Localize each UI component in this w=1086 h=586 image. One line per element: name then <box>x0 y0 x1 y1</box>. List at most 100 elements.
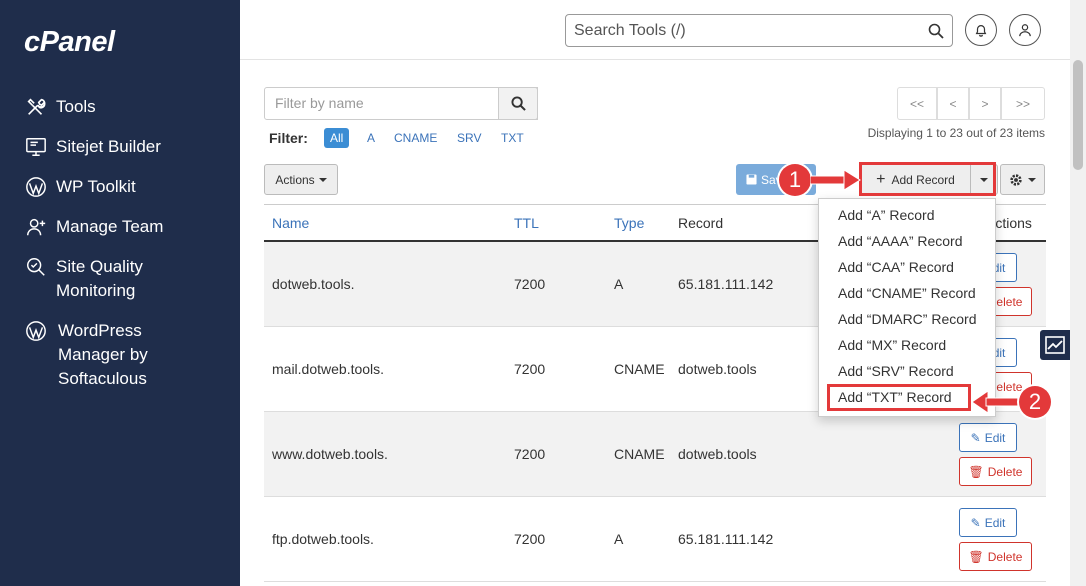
cell-type: A <box>614 531 624 547</box>
settings-button[interactable] <box>1000 164 1045 195</box>
sidebar-item-label: Manage Team <box>56 217 164 236</box>
cell-ttl: 7200 <box>514 446 546 462</box>
site-quality-icon <box>24 255 48 279</box>
add-record-highlight-box <box>859 162 996 196</box>
trash-icon: 🗑 <box>968 464 984 479</box>
pager-first-button[interactable]: << <box>897 87 937 120</box>
filter-tab-srv[interactable]: SRV <box>451 128 487 148</box>
actions-label: Actions <box>275 172 315 187</box>
filter-field[interactable] <box>264 87 538 120</box>
step-1-arrow <box>810 170 861 190</box>
edit-button[interactable]: ✎Edit <box>959 508 1017 537</box>
stats-widget-button[interactable] <box>1040 330 1070 360</box>
wordpress-icon <box>24 175 48 199</box>
menu-item-add-mx-record[interactable]: Add “MX” Record <box>838 337 946 353</box>
delete-label: Delete <box>987 464 1023 479</box>
menu-item-add-srv-record[interactable]: Add “SRV” Record <box>838 363 954 379</box>
monitor-icon <box>24 135 48 159</box>
column-header-record: Record <box>678 215 724 231</box>
sidebar-item-tools[interactable]: Tools <box>24 95 96 119</box>
caret-down-icon <box>1028 177 1036 182</box>
cell-record: dotweb.tools <box>678 361 757 377</box>
tools-icon <box>24 95 48 119</box>
filter-input[interactable] <box>275 95 525 111</box>
filter-tab-txt[interactable]: TXT <box>495 128 530 148</box>
filter-label: Filter: <box>269 130 308 146</box>
filter-tab-cname[interactable]: CNAME <box>388 128 443 148</box>
sidebar-item-label: WP Toolkit <box>56 177 136 196</box>
cell-record: 65.181.111.142 <box>678 276 774 292</box>
edit-button[interactable]: ✎Edit <box>959 423 1017 452</box>
edit-label: Edit <box>984 515 1006 530</box>
delete-label: Delete <box>987 549 1023 564</box>
pager-next-button[interactable]: > <box>969 87 1001 120</box>
cell-record: 65.181.111.142 <box>678 531 774 547</box>
wordpress-icon <box>24 319 48 343</box>
step-2-callout: 2 <box>1019 386 1051 418</box>
sidebar-item-wordpress-manager[interactable]: WordPress Manager by Softaculous <box>24 319 148 391</box>
search-icon <box>510 96 526 111</box>
sidebar-item-wp-toolkit[interactable]: WP Toolkit <box>24 175 136 199</box>
top-header <box>240 0 1070 60</box>
txt-record-highlight-box <box>827 384 971 411</box>
sidebar: cPanel Tools Sitejet Builder WP Toolkit … <box>0 0 240 586</box>
table-row: ftp.dotweb.tools. 7200 A 65.181.111.142 … <box>264 497 1046 582</box>
search-input[interactable] <box>574 20 914 42</box>
cell-name: www.dotweb.tools. <box>272 446 388 462</box>
pencil-icon: ✎ <box>970 515 981 530</box>
search-box[interactable] <box>565 14 953 47</box>
column-header-name[interactable]: Name <box>272 215 309 231</box>
sidebar-item-label: WordPress Manager by Softaculous <box>58 321 148 388</box>
gear-icon <box>1010 173 1022 186</box>
cell-ttl: 7200 <box>514 361 546 377</box>
user-add-icon <box>24 215 48 239</box>
step-1-callout: 1 <box>779 164 811 196</box>
pager-last-button[interactable]: >> <box>1001 87 1045 120</box>
column-header-ttl[interactable]: TTL <box>514 215 539 231</box>
actions-button[interactable]: Actions <box>264 164 338 195</box>
sidebar-item-label: Sitejet Builder <box>56 137 161 156</box>
search-icon[interactable] <box>928 23 944 39</box>
cpanel-logo[interactable]: cPanel <box>24 26 115 59</box>
step-2-arrow <box>971 391 1020 413</box>
sidebar-item-sitejet-builder[interactable]: Sitejet Builder <box>24 135 161 159</box>
filter-tab-a[interactable]: A <box>361 128 381 148</box>
cell-type: A <box>614 276 624 292</box>
table-row: www.dotweb.tools. 7200 CNAME dotweb.tool… <box>264 412 1046 497</box>
menu-item-add-dmarc-record[interactable]: Add “DMARC” Record <box>838 311 976 327</box>
menu-item-add-cname-record[interactable]: Add “CNAME” Record <box>838 285 976 301</box>
edit-label: Edit <box>984 430 1006 445</box>
sidebar-item-manage-team[interactable]: Manage Team <box>24 215 163 239</box>
caret-down-icon <box>318 177 327 182</box>
filter-tab-all[interactable]: All <box>324 128 350 148</box>
menu-item-add-caa-record[interactable]: Add “CAA” Record <box>838 259 954 275</box>
cell-type: CNAME <box>614 446 665 462</box>
sidebar-item-site-quality-monitoring[interactable]: Site Quality Monitoring <box>24 255 143 303</box>
cell-ttl: 7200 <box>514 276 546 292</box>
column-header-type[interactable]: Type <box>614 215 644 231</box>
bell-icon <box>975 25 987 37</box>
floppy-disk-icon <box>746 174 757 185</box>
chart-trend-icon <box>1045 336 1065 354</box>
sidebar-item-label: Site Quality Monitoring <box>56 257 143 300</box>
cell-name: dotweb.tools. <box>272 276 355 292</box>
pager-info: Displaying 1 to 23 out of 23 items <box>867 126 1045 140</box>
menu-item-add-a-record[interactable]: Add “A” Record <box>838 207 934 223</box>
cell-ttl: 7200 <box>514 531 546 547</box>
pencil-icon: ✎ <box>970 430 981 445</box>
menu-item-add-aaaa-record[interactable]: Add “AAAA” Record <box>838 233 963 249</box>
notifications-button[interactable] <box>965 14 997 46</box>
delete-button[interactable]: 🗑Delete <box>959 542 1032 571</box>
trash-icon: 🗑 <box>968 549 984 564</box>
cell-name: ftp.dotweb.tools. <box>272 531 374 547</box>
pager-prev-button[interactable]: < <box>937 87 969 120</box>
cell-type: CNAME <box>614 361 665 377</box>
scrollbar-thumb[interactable] <box>1073 60 1083 170</box>
filter-search-button[interactable] <box>498 87 538 120</box>
user-account-button[interactable] <box>1009 14 1041 46</box>
user-icon <box>1019 24 1031 37</box>
delete-button[interactable]: 🗑Delete <box>959 457 1032 486</box>
sidebar-item-label: Tools <box>56 97 96 116</box>
cell-name: mail.dotweb.tools. <box>272 361 385 377</box>
page-scrollbar[interactable] <box>1070 0 1086 586</box>
